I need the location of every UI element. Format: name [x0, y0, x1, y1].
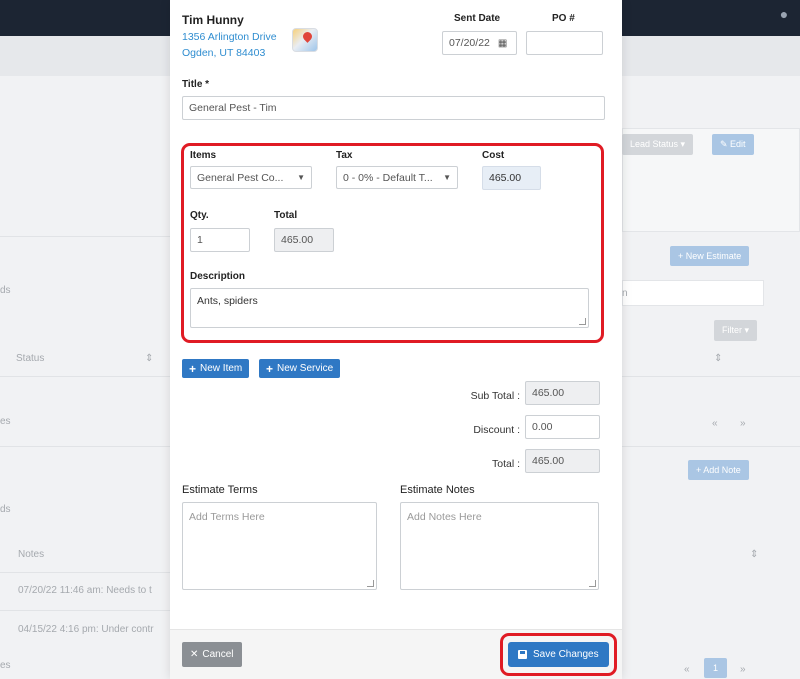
pager-prev-icon[interactable]: « [712, 418, 718, 429]
plus-icon: + [266, 361, 274, 376]
title-input[interactable]: General Pest - Tim [182, 96, 605, 120]
resize-handle[interactable] [579, 318, 586, 325]
grand-total-label: Total : [491, 458, 520, 470]
cost-label: Cost [482, 150, 505, 161]
note-row-2: 04/15/22 4:16 pm: Under contr [18, 624, 154, 635]
cancel-button[interactable]: ✕ Cancel [182, 642, 242, 667]
customer-name: Tim Hunny [182, 13, 244, 27]
qty-label: Qty. [190, 210, 209, 221]
plus-icon: + [189, 361, 197, 376]
po-label: PO # [552, 13, 575, 24]
resize-handle[interactable] [589, 580, 596, 587]
pager-prev-icon[interactable]: « [684, 664, 690, 675]
partial-label: es [0, 416, 11, 427]
chevron-down-icon: ▼ [443, 173, 451, 182]
partial-label: ds [0, 504, 11, 515]
divider [0, 446, 170, 447]
customer-address-line2[interactable]: Ogden, UT 84403 [182, 47, 265, 59]
new-item-button[interactable]: + New Item [182, 359, 250, 378]
partial-label: n [622, 288, 628, 299]
sent-date-input[interactable]: 07/20/22 ▦ [442, 31, 517, 55]
background-search-input[interactable] [622, 280, 764, 306]
estimate-terms-textarea[interactable]: Add Terms Here [182, 502, 377, 590]
pager-current-page[interactable]: 1 [704, 658, 728, 678]
customer-address-line1[interactable]: 1356 Arlington Drive [182, 31, 277, 43]
estimate-terms-label: Estimate Terms [182, 484, 258, 496]
filter-button[interactable]: Filter ▾ [714, 320, 758, 341]
close-icon: ✕ [190, 649, 199, 660]
new-service-button[interactable]: + New Service [259, 359, 341, 378]
save-changes-button[interactable]: Save Changes [508, 642, 609, 667]
grand-total-field: 465.00 [525, 449, 600, 473]
resize-handle[interactable] [367, 580, 374, 587]
add-note-button[interactable]: + Add Note [688, 460, 749, 480]
sort-icon[interactable]: ⇕ [145, 353, 153, 364]
estimate-notes-label: Estimate Notes [400, 484, 475, 496]
description-textarea[interactable]: Ants, spiders [190, 288, 589, 328]
title-label: Title * [182, 79, 210, 90]
items-label: Items [190, 150, 217, 161]
subtotal-field: 465.00 [525, 381, 600, 405]
estimate-modal: Tim Hunny 1356 Arlington Drive Ogden, UT… [170, 0, 622, 679]
lead-status-button[interactable]: Lead Status ▾ [622, 134, 694, 155]
subtotal-label: Sub Total : [470, 390, 520, 402]
chat-icon[interactable]: ● [774, 6, 794, 26]
divider [0, 572, 170, 573]
sort-icon[interactable]: ⇕ [750, 549, 758, 560]
calendar-icon[interactable]: ▦ [498, 38, 507, 49]
description-label: Description [190, 271, 246, 282]
note-row-1: 07/20/22 11:46 am: Needs to t [18, 585, 152, 596]
tax-label: Tax [336, 150, 353, 161]
pager-next-icon[interactable]: » [740, 664, 746, 675]
chevron-down-icon: ▼ [297, 173, 305, 182]
notes-column-header: Notes [18, 549, 45, 560]
divider [622, 376, 800, 377]
partial-label: es [0, 660, 11, 671]
divider [0, 376, 170, 377]
discount-label: Discount : [473, 424, 520, 436]
divider [622, 446, 800, 447]
cost-input[interactable]: 465.00 [482, 166, 541, 190]
sort-icon[interactable]: ⇕ [714, 353, 722, 364]
divider [0, 236, 170, 237]
partial-label: ds [0, 285, 11, 296]
items-select[interactable]: General Pest Co... ▼ [190, 166, 312, 189]
line-total-field: 465.00 [274, 228, 334, 252]
estimate-notes-textarea[interactable]: Add Notes Here [400, 502, 599, 590]
qty-input[interactable]: 1 [190, 228, 250, 252]
new-estimate-button[interactable]: + New Estimate [670, 246, 750, 266]
edit-button[interactable]: ✎ Edit [712, 134, 754, 155]
status-column-header: Status [16, 353, 45, 364]
po-input[interactable] [526, 31, 603, 55]
tax-select[interactable]: 0 - 0% - Default T... ▼ [336, 166, 458, 189]
total-label: Total [274, 210, 298, 221]
floppy-disk-icon [518, 650, 527, 659]
pager-next-icon[interactable]: » [740, 418, 746, 429]
map-pin-icon[interactable] [292, 28, 318, 52]
sent-date-label: Sent Date [454, 13, 501, 24]
discount-input[interactable]: 0.00 [525, 415, 600, 439]
divider [0, 610, 170, 611]
